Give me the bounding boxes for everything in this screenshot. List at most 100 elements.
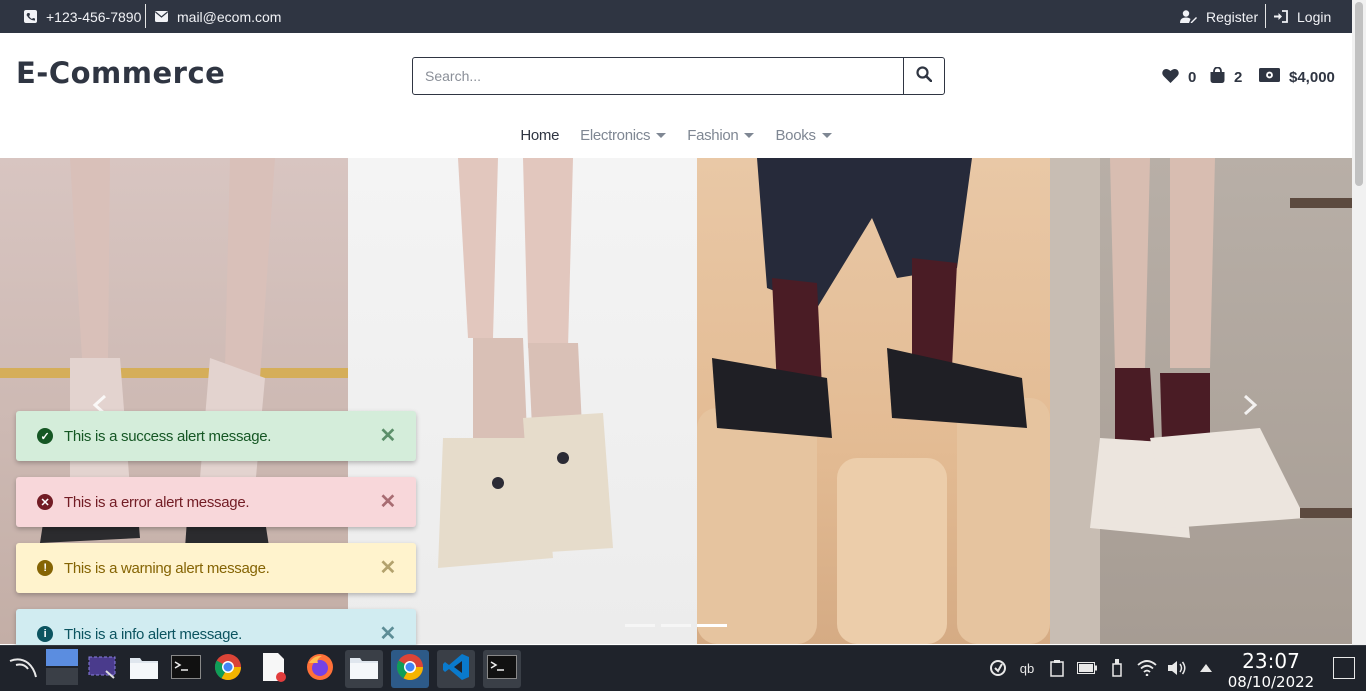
login-link[interactable]: Login (1274, 0, 1331, 33)
volume-icon[interactable] (1167, 658, 1187, 678)
alert-message: This is a error alert message. (64, 493, 250, 511)
kali-menu-icon (8, 655, 38, 684)
vscode-window[interactable] (437, 650, 475, 688)
page-scrollbar[interactable] (1352, 0, 1366, 645)
screenshot-icon (88, 655, 116, 684)
clock-time: 23:07 (1242, 649, 1300, 673)
nav-label: Electronics (580, 126, 651, 144)
site-logo[interactable]: E-Commerce (16, 56, 225, 90)
wishlist-button[interactable]: 0 (1162, 66, 1196, 88)
search-bar (412, 57, 945, 95)
update-icon[interactable] (988, 658, 1008, 678)
screenshot-app[interactable] (83, 650, 121, 688)
close-icon[interactable]: ✕ (380, 558, 397, 578)
balance-display[interactable]: $4,000 (1259, 66, 1335, 88)
battery-icon[interactable] (1077, 658, 1097, 678)
warning-alert: ! This is a warning alert message. ✕ (16, 543, 416, 593)
show-desktop-button[interactable] (1333, 657, 1355, 679)
terminal-app[interactable] (167, 650, 205, 688)
info-circle-icon: i (37, 626, 53, 642)
error-alert: ✕ This is a error alert message. ✕ (16, 477, 416, 527)
envelope-icon (154, 10, 168, 24)
nav-label: Home (520, 126, 560, 144)
nav-label: Books (775, 126, 816, 144)
phone-icon (23, 10, 37, 24)
firefox-app[interactable] (301, 650, 339, 688)
search-button[interactable] (903, 58, 944, 94)
alert-message: This is a info alert message. (64, 625, 243, 643)
register-label: Register (1206, 8, 1259, 25)
file-manager-app[interactable] (125, 650, 163, 688)
nav-item-books[interactable]: Books (775, 123, 832, 147)
taskbar-clock[interactable]: 23:07 08/10/2022 (1224, 649, 1318, 691)
workspace-icon (46, 648, 78, 690)
clock-date: 08/10/2022 (1227, 673, 1315, 691)
email-address: mail@ecom.com (177, 8, 282, 25)
phone-number: +123-456-7890 (46, 8, 142, 25)
terminal-icon (171, 654, 201, 684)
file-manager-window[interactable] (345, 650, 383, 688)
chrome-icon (214, 653, 242, 686)
carousel-next-button[interactable] (1242, 391, 1258, 422)
alert-message: This is a warning alert message. (64, 559, 270, 577)
text-editor-app[interactable] (255, 650, 293, 688)
workspace-switcher[interactable] (43, 648, 81, 690)
times-circle-icon: ✕ (37, 494, 53, 510)
heart-icon (1162, 68, 1179, 87)
vscode-icon (442, 653, 470, 686)
file-manager-icon (129, 654, 159, 685)
os-taskbar: qb 23:07 08/10/2022 (0, 645, 1366, 691)
nav-item-electronics[interactable]: Electronics (580, 123, 667, 147)
caret-down-icon (821, 132, 832, 138)
search-input[interactable] (413, 58, 903, 94)
carousel-indicator[interactable] (625, 624, 655, 627)
close-icon[interactable]: ✕ (380, 492, 397, 512)
chrome-icon (396, 653, 424, 686)
text-editor-icon (261, 652, 287, 687)
alert-message: This is a success alert message. (64, 427, 272, 445)
email-contact[interactable]: mail@ecom.com (154, 0, 281, 33)
caret-down-icon (744, 132, 755, 138)
usb-icon[interactable] (1107, 658, 1127, 678)
cart-button[interactable]: 2 (1210, 66, 1242, 88)
wishlist-count: 0 (1188, 68, 1197, 86)
chrome-window[interactable] (391, 650, 429, 688)
clipboard-icon[interactable] (1047, 658, 1067, 678)
phone-contact[interactable]: +123-456-7890 (23, 0, 141, 33)
check-circle-icon: ✓ (37, 428, 53, 444)
close-icon[interactable]: ✕ (380, 426, 397, 446)
login-label: Login (1297, 8, 1332, 25)
wifi-icon[interactable] (1137, 658, 1157, 678)
firefox-icon (306, 653, 334, 686)
chrome-app[interactable] (209, 650, 247, 688)
register-link[interactable]: Register (1180, 0, 1258, 33)
shopping-bag-icon (1210, 66, 1225, 87)
divider (1265, 4, 1266, 28)
sign-in-icon (1274, 10, 1288, 24)
money-bill-icon (1259, 68, 1280, 86)
top-bar: +123-456-7890 mail@ecom.com Register Log… (0, 0, 1352, 33)
user-edit-icon (1180, 10, 1197, 24)
exclamation-circle-icon: ! (37, 560, 53, 576)
carousel-indicator[interactable] (661, 624, 691, 627)
close-icon[interactable]: ✕ (380, 624, 397, 644)
success-alert: ✓ This is a success alert message. ✕ (16, 411, 416, 461)
balance-amount: $4,000 (1289, 68, 1335, 86)
kali-menu-button[interactable] (4, 650, 42, 688)
nav-item-home[interactable]: Home (520, 123, 559, 147)
search-icon (916, 65, 933, 87)
carousel-indicator-active[interactable] (697, 624, 727, 627)
carousel-indicators (625, 624, 727, 627)
caret-up-icon[interactable] (1196, 658, 1216, 678)
cart-count: 2 (1234, 68, 1243, 86)
terminal-window[interactable] (483, 650, 521, 688)
nav-label: Fashion (687, 126, 739, 144)
nav-item-fashion[interactable]: Fashion (687, 123, 755, 147)
scrollbar-thumb[interactable] (1355, 2, 1363, 186)
file-manager-icon (349, 654, 379, 685)
qbittorrent-icon[interactable]: qb (1017, 658, 1037, 678)
carousel-image-panel (1050, 158, 1352, 644)
chevron-right-icon (1242, 391, 1258, 421)
carousel-image-panel (697, 158, 1050, 644)
caret-down-icon (656, 132, 667, 138)
